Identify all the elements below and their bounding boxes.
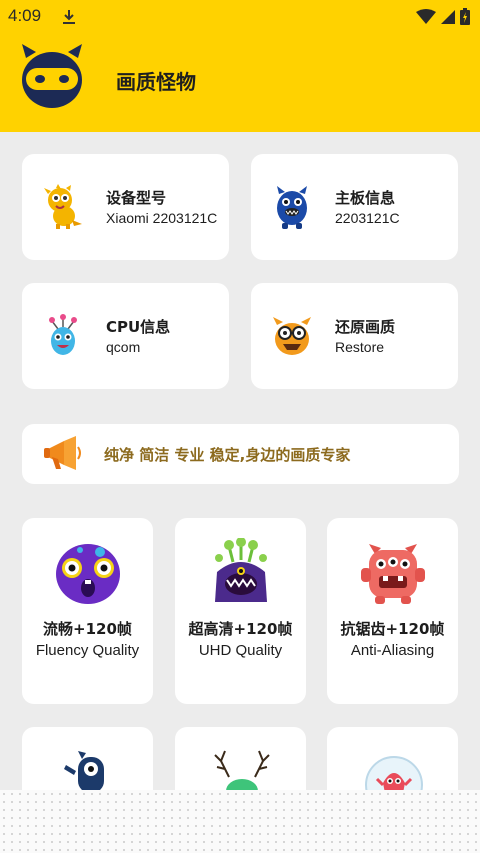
info-card-cpu[interactable]: CPU信息 qcom <box>22 283 229 389</box>
one-eyed-monster-icon <box>64 751 104 793</box>
info-title: 还原画质 <box>335 318 396 336</box>
info-card-board[interactable]: 主板信息 2203121C <box>251 154 458 260</box>
antler-monster-icon <box>214 750 270 793</box>
battery-icon <box>460 8 470 25</box>
signal-icon <box>441 9 455 24</box>
mode-subtitle: UHD Quality <box>198 642 283 659</box>
mode-title: 超高清+120帧 <box>188 620 293 638</box>
mode-card-fluency[interactable]: 流畅+120帧 Fluency Quality <box>22 518 153 704</box>
app-title: 画质怪物 <box>116 70 196 94</box>
info-value: 2203121C <box>335 210 400 226</box>
red-three-eyed-monster-icon <box>361 544 425 604</box>
mode-title: 抗锯齿+120帧 <box>340 620 445 638</box>
megaphone-icon <box>44 436 81 470</box>
antenna-monster-icon <box>215 538 267 602</box>
info-card-restore[interactable]: 还原画质 Restore <box>251 283 458 389</box>
yellow-monster-icon <box>44 184 82 229</box>
purple-monster-icon <box>56 544 120 604</box>
mode-subtitle: Fluency Quality <box>35 642 140 659</box>
info-title: 设备型号 <box>106 189 167 207</box>
ninja-monster-logo <box>22 44 82 108</box>
info-title: 主板信息 <box>335 189 396 207</box>
info-value: Restore <box>335 339 385 355</box>
mode-card-uhd[interactable]: 超高清+120帧 UHD Quality <box>175 518 306 704</box>
status-bar: 4:09 <box>0 0 480 34</box>
mode-title: 流畅+120帧 <box>43 620 132 638</box>
balloon-monster-icon <box>49 314 77 355</box>
dotted-overlay <box>0 790 480 853</box>
info-title: CPU信息 <box>106 318 171 336</box>
app-bar: 画质怪物 <box>0 34 480 132</box>
wifi-icon <box>416 8 436 24</box>
bubble-monster-icon <box>365 756 423 793</box>
mode-card-anti-aliasing[interactable]: 抗锯齿+120帧 Anti-Aliasing <box>327 518 458 704</box>
blue-monster-icon <box>277 186 307 229</box>
orange-glasses-monster-icon <box>273 317 311 355</box>
status-time: 4:09 <box>8 6 42 25</box>
mode-subtitle: Anti-Aliasing <box>350 642 435 659</box>
info-value: Xiaomi 2203121C <box>106 210 218 226</box>
info-value: qcom <box>106 339 141 355</box>
slogan-text: 纯净 简洁 专业 稳定,身边的画质专家 <box>104 446 351 464</box>
download-icon <box>63 10 75 24</box>
slogan-banner: 纯净 简洁 专业 稳定,身边的画质专家 <box>22 424 459 484</box>
info-card-device-model[interactable]: 设备型号 Xiaomi 2203121C <box>22 154 229 260</box>
